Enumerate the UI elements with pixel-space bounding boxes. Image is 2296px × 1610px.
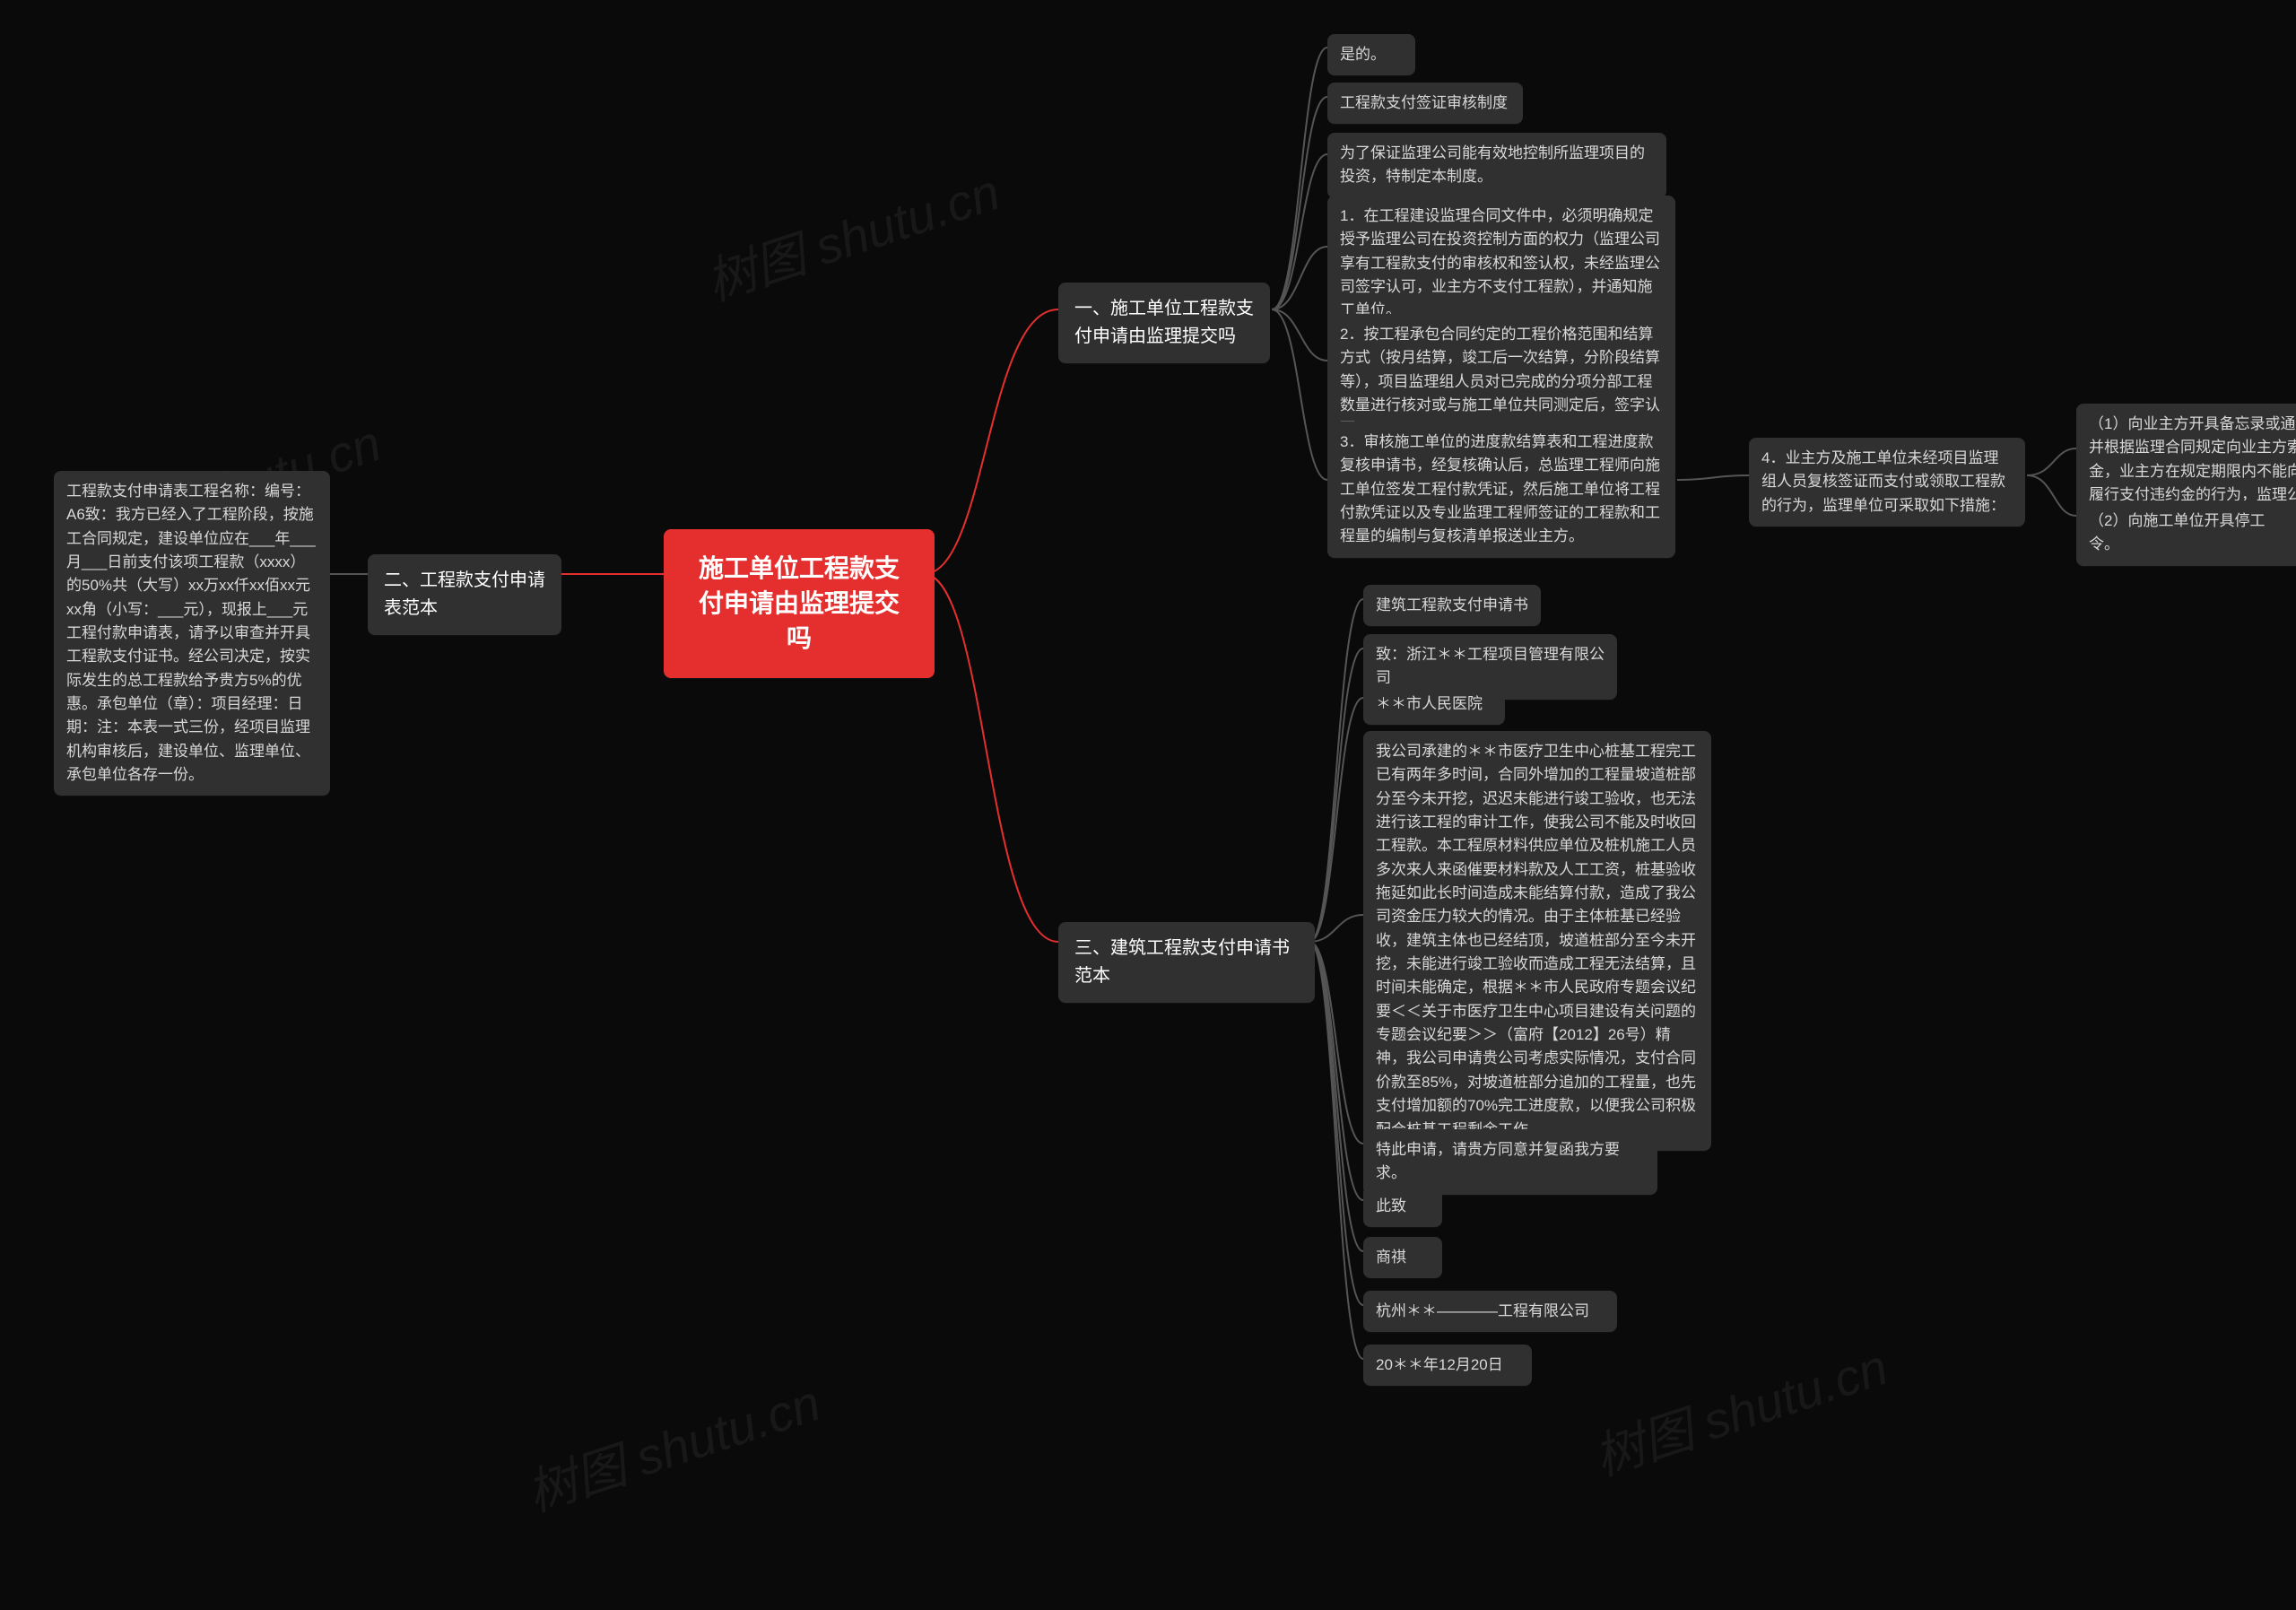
branch-3-item-3[interactable]: ＊＊市人民医院	[1363, 683, 1505, 725]
branch-1-item-7[interactable]: 4．业主方及施工单位未经项目监理组人员复核签证而支付或领取工程款的行为，监理单位…	[1749, 438, 2025, 527]
branch-3-item-4[interactable]: 我公司承建的＊＊市医疗卫生中心桩基工程完工已有两年多时间，合同外增加的工程量坡道…	[1363, 731, 1711, 1151]
watermark: 树图 shutu.cn	[1584, 1327, 1896, 1491]
branch-3-title[interactable]: 三、建筑工程款支付申请书范本	[1058, 922, 1315, 1003]
branch-1-item-7b[interactable]: （2）向施工单位开具停工令。	[2076, 500, 2296, 566]
branch-1-item-2[interactable]: 工程款支付签证审核制度	[1327, 83, 1523, 124]
branch-3-item-1[interactable]: 建筑工程款支付申请书	[1363, 585, 1541, 626]
branch-1-item-1[interactable]: 是的。	[1327, 34, 1415, 75]
root-node[interactable]: 施工单位工程款支付申请由监理提交吗	[664, 529, 935, 678]
branch-1-item-3[interactable]: 为了保证监理公司能有效地控制所监理项目的投资，特制定本制度。	[1327, 133, 1666, 198]
mindmap-canvas: 树图 shutu.cn 树图 shutu.cn 树图 shutu.cn 树图 s…	[0, 0, 2296, 1610]
branch-1-title[interactable]: 一、施工单位工程款支付申请由监理提交吗	[1058, 283, 1270, 363]
branch-1-item-6[interactable]: 3．审核施工单位的进度款结算表和工程进度款复核申请书，经复核确认后，总监理工程师…	[1327, 422, 1675, 558]
branch-2-title[interactable]: 二、工程款支付申请表范本	[368, 554, 561, 635]
edge-layer	[0, 0, 2296, 1610]
watermark: 树图 shutu.cn	[696, 152, 1008, 316]
branch-3-item-5[interactable]: 特此申请，请贵方同意并复函我方要求。	[1363, 1129, 1657, 1195]
watermark: 树图 shutu.cn	[517, 1363, 829, 1527]
branch-3-item-8[interactable]: 杭州＊＊————工程有限公司	[1363, 1291, 1617, 1332]
branch-3-item-7[interactable]: 商祺	[1363, 1237, 1442, 1278]
branch-3-item-9[interactable]: 20＊＊年12月20日	[1363, 1345, 1532, 1386]
branch-3-item-6[interactable]: 此致	[1363, 1186, 1442, 1227]
branch-2-body[interactable]: 工程款支付申请表工程名称：编号：A6致：我方已经入了工程阶段，按施工合同规定，建…	[54, 471, 330, 796]
branch-1-item-4[interactable]: 1．在工程建设监理合同文件中，必须明确规定授予监理公司在投资控制方面的权力（监理…	[1327, 196, 1675, 332]
